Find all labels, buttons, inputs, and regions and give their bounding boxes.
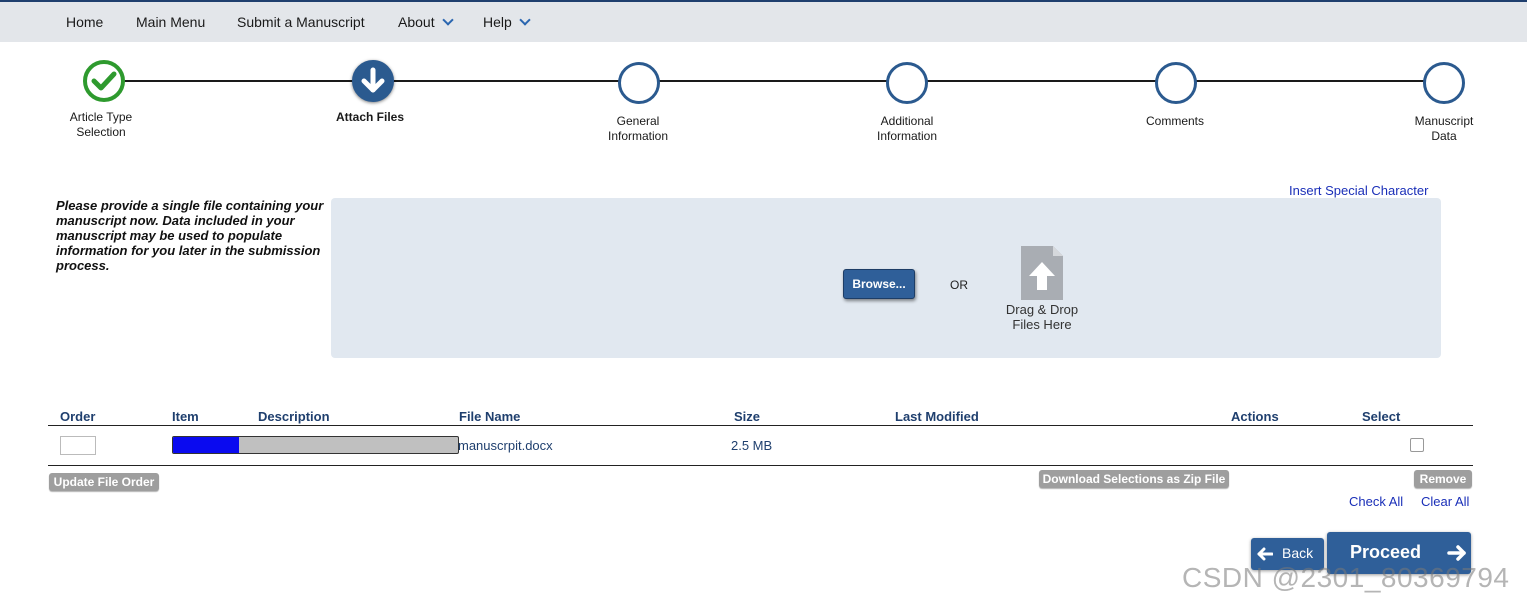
step-label-comments: Comments bbox=[1115, 114, 1235, 129]
back-label: Back bbox=[1282, 545, 1314, 561]
remove-button[interactable]: Remove bbox=[1414, 470, 1472, 488]
step-additional-information-circle bbox=[886, 62, 928, 104]
nav-about[interactable]: About bbox=[398, 14, 454, 30]
table-divider bbox=[48, 465, 1473, 466]
clear-all-link[interactable]: Clear All bbox=[1421, 494, 1469, 509]
step-label-line: Attach Files bbox=[335, 110, 404, 124]
col-header-order: Order bbox=[60, 409, 96, 424]
drag-drop-line: Files Here bbox=[1012, 317, 1072, 332]
download-zip-button[interactable]: Download Selections as Zip File bbox=[1039, 470, 1229, 488]
nav-about-label: About bbox=[398, 14, 435, 30]
file-name[interactable]: manuscrpit.docx bbox=[458, 438, 553, 453]
upload-instruction: Please provide a single file containing … bbox=[56, 198, 324, 273]
step-label-line: General bbox=[616, 114, 660, 128]
col-header-last-modified: Last Modified bbox=[895, 409, 979, 424]
top-nav: Home Main Menu Submit a Manuscript About… bbox=[0, 0, 1527, 42]
step-label-additional-information: Additional Information bbox=[847, 114, 967, 144]
arrow-right-icon bbox=[1447, 545, 1466, 561]
step-general-information-circle bbox=[618, 62, 660, 104]
watermark: CSDN @2301_80369794 bbox=[1182, 562, 1510, 593]
col-header-size: Size bbox=[734, 409, 761, 424]
file-size: 2.5 MB bbox=[731, 438, 773, 453]
step-label-line: Comments bbox=[1145, 114, 1204, 128]
step-comments-circle bbox=[1155, 62, 1197, 104]
check-all-link[interactable]: Check All bbox=[1349, 494, 1403, 509]
step-label-line: Data bbox=[1431, 129, 1457, 143]
arrow-left-icon bbox=[1257, 547, 1273, 561]
upload-progress-bar bbox=[172, 436, 459, 454]
proceed-label: Proceed bbox=[1350, 542, 1422, 562]
step-label-line: Article Type bbox=[69, 110, 133, 124]
or-label: OR bbox=[950, 278, 968, 292]
nav-submit-manuscript[interactable]: Submit a Manuscript bbox=[237, 14, 365, 30]
browse-button[interactable]: Browse... bbox=[843, 269, 915, 299]
step-label-general-information: General Information bbox=[578, 114, 698, 144]
stepper-line bbox=[104, 80, 1444, 82]
nav-help[interactable]: Help bbox=[483, 14, 531, 30]
chevron-down-icon bbox=[519, 14, 531, 26]
nav-main-menu[interactable]: Main Menu bbox=[136, 14, 205, 30]
table-divider bbox=[48, 425, 1473, 426]
step-label-line: Selection bbox=[76, 125, 126, 139]
drag-drop-line: Drag & Drop bbox=[1005, 302, 1079, 317]
select-checkbox[interactable] bbox=[1410, 438, 1424, 452]
step-label-line: Information bbox=[876, 129, 938, 143]
step-label-line: Information bbox=[607, 129, 669, 143]
nav-home[interactable]: Home bbox=[66, 14, 103, 30]
update-file-order-button[interactable]: Update File Order bbox=[49, 473, 159, 491]
step-label-line: Additional bbox=[880, 114, 934, 128]
step-attach-files-down-arrow-icon bbox=[352, 60, 394, 102]
step-article-type-check-icon bbox=[83, 60, 125, 102]
upload-progress-fill bbox=[173, 437, 239, 453]
step-label-manuscript-data: Manuscript Data bbox=[1384, 114, 1504, 144]
insert-special-character-link[interactable]: Insert Special Character bbox=[1289, 183, 1428, 198]
col-header-item: Item bbox=[172, 409, 199, 424]
chevron-down-icon bbox=[441, 14, 454, 26]
upload-file-icon bbox=[1021, 246, 1063, 300]
col-header-description: Description bbox=[258, 409, 330, 424]
col-header-file-name: File Name bbox=[459, 409, 521, 424]
step-label-attach-files: Attach Files bbox=[310, 110, 430, 125]
col-header-select: Select bbox=[1362, 409, 1401, 424]
drag-drop-text: Drag & Drop Files Here bbox=[992, 302, 1092, 332]
step-label-article-type: Article Type Selection bbox=[41, 110, 161, 140]
col-header-actions: Actions bbox=[1231, 409, 1279, 424]
order-input[interactable] bbox=[60, 436, 96, 455]
step-manuscript-data-circle bbox=[1423, 62, 1465, 104]
nav-help-label: Help bbox=[483, 14, 512, 30]
step-label-line: Manuscript bbox=[1414, 114, 1474, 128]
